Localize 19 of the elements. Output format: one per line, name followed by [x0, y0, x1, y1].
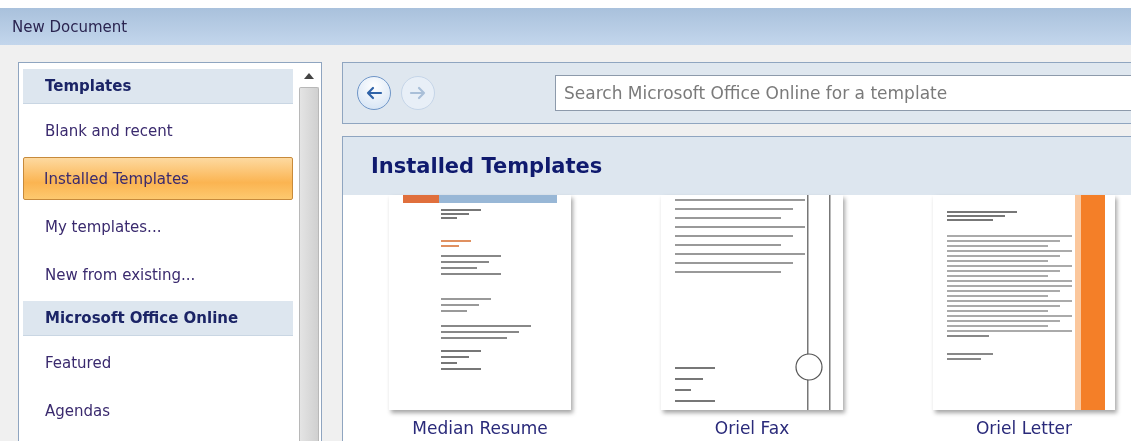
back-arrow-icon — [365, 86, 383, 100]
sidebar-item[interactable]: Featured — [23, 341, 293, 384]
section-header: Templates — [23, 69, 293, 104]
section-header: Microsoft Office Online — [23, 301, 293, 336]
gallery-title: Installed Templates — [371, 154, 603, 178]
template-name: Oriel Fax — [714, 418, 790, 438]
back-button[interactable] — [357, 76, 391, 110]
sidebar-item[interactable]: Installed Templates — [23, 157, 293, 200]
scrollbar-thumb[interactable] — [299, 87, 319, 441]
search-field[interactable]: Search Microsoft Office Online for a template — [555, 75, 1131, 111]
sidebar-item[interactable]: Agendas — [23, 389, 293, 432]
window-title: New Document — [12, 17, 128, 36]
forward-arrow-icon — [409, 86, 427, 100]
template-name: Median Resume — [412, 418, 548, 438]
sidebar-item[interactable]: My templates... — [23, 205, 293, 248]
sidebar-item[interactable]: New from existing... — [23, 253, 293, 296]
sidebar-item[interactable]: Blank and recent — [23, 109, 293, 152]
template-name: Oriel Letter — [975, 418, 1073, 438]
scroll-up-icon[interactable] — [304, 73, 314, 79]
